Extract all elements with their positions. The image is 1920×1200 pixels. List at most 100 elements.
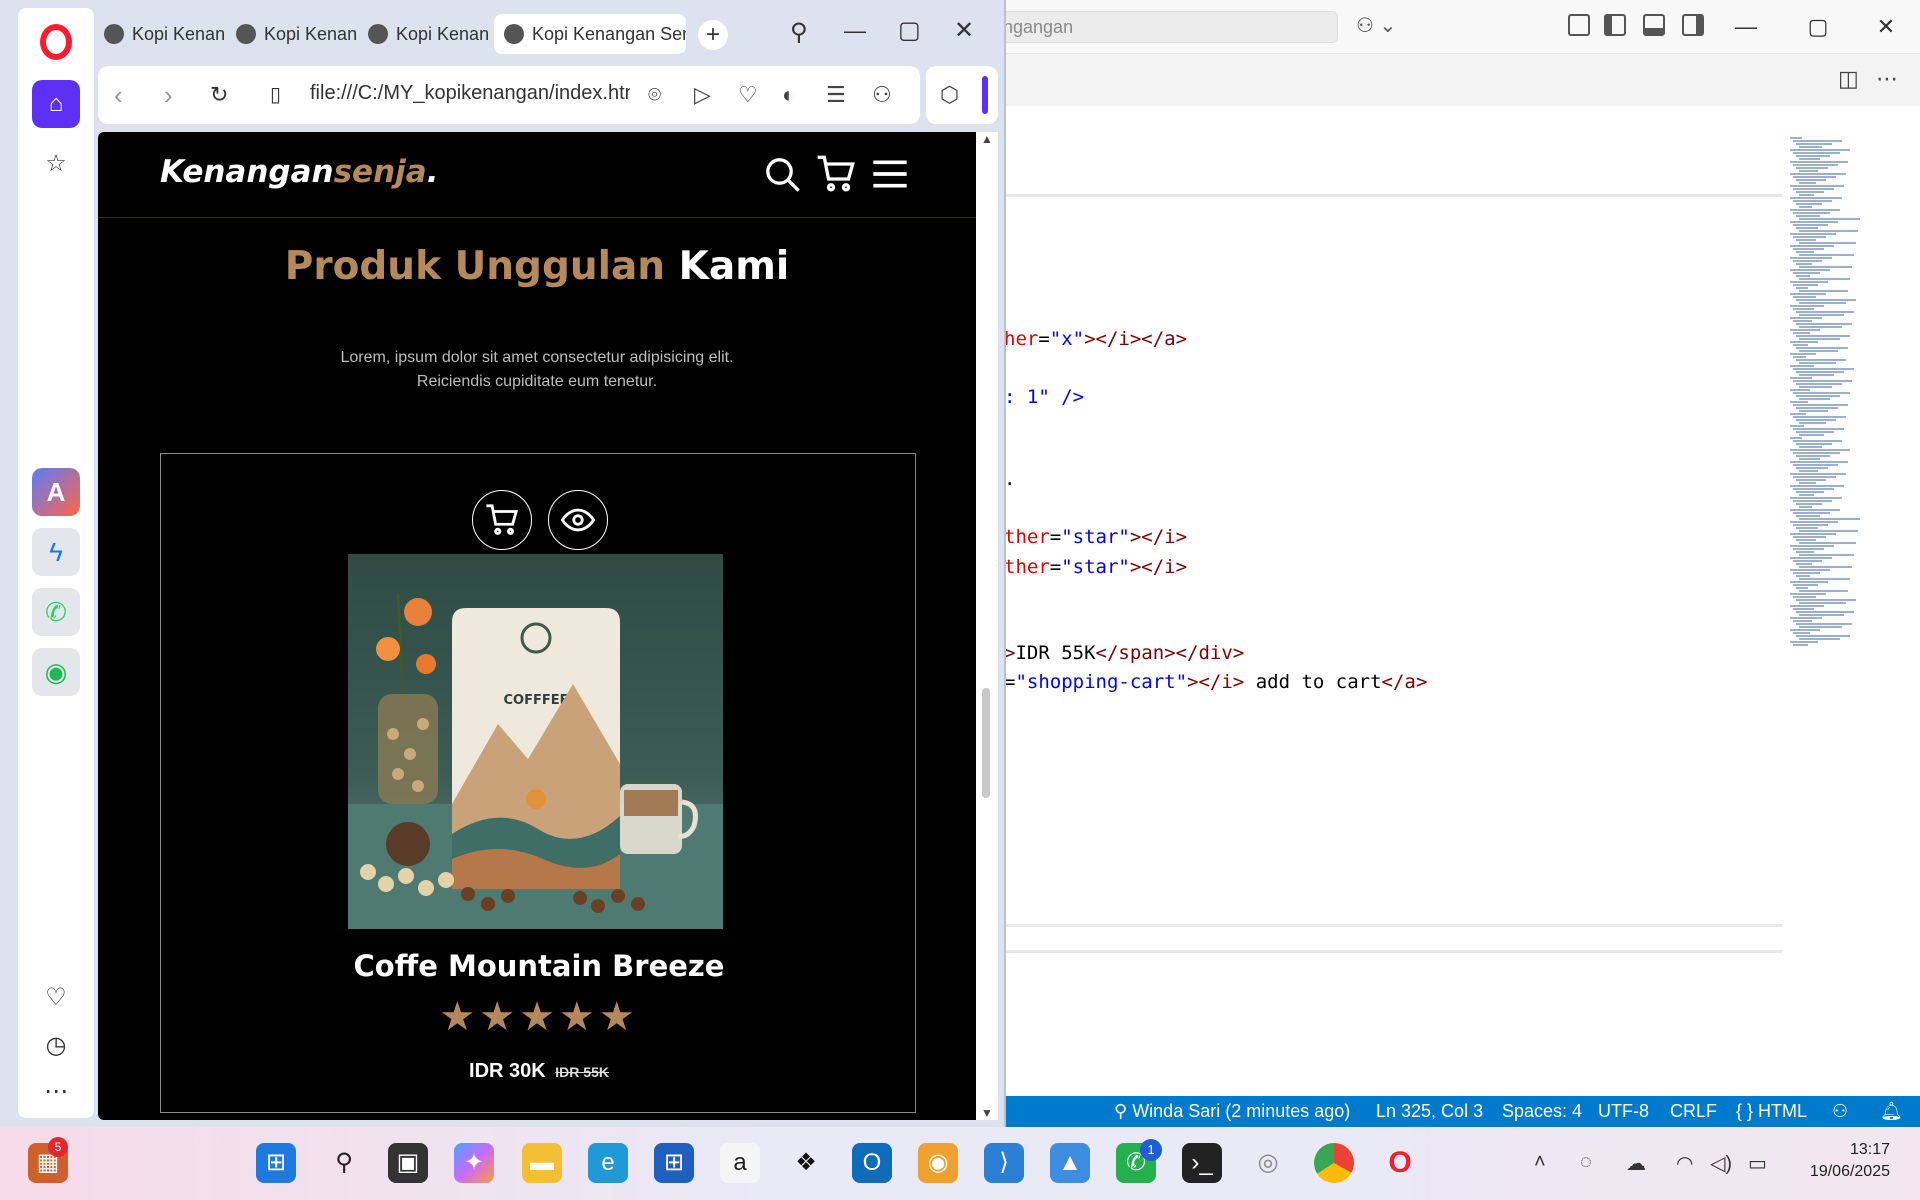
code-line[interactable]: her="x"></i></a> (1004, 328, 1187, 350)
code-line[interactable]: ="shopping-cart"></i> add to cart</a> (1004, 671, 1427, 693)
app-icon[interactable]: ◎ (1248, 1143, 1288, 1183)
vscode-icon[interactable]: ⟩ (984, 1143, 1024, 1183)
amazon-icon[interactable]: a (720, 1143, 760, 1183)
messenger-icon[interactable]: ϟ (32, 528, 80, 576)
wifi-icon[interactable]: ◠ (1676, 1151, 1693, 1176)
extensions-icon[interactable]: ⬡ (940, 82, 959, 108)
customize-layout-icon[interactable] (1568, 14, 1590, 36)
new-tab-button[interactable]: + (698, 20, 728, 50)
minimap-line (1793, 584, 1818, 586)
onedrive-icon[interactable]: ☁ (1626, 1151, 1646, 1176)
sidebar-toggle[interactable] (982, 76, 988, 114)
encoding-status[interactable]: UTF-8 (1598, 1101, 1649, 1122)
adblock-icon[interactable]: ◐ (782, 82, 795, 108)
indentation-status[interactable]: Spaces: 4 (1502, 1101, 1582, 1122)
history-icon[interactable]: ◷ (32, 1022, 80, 1070)
maximize-icon[interactable]: ▢ (1796, 8, 1840, 46)
close-icon[interactable]: ✕ (954, 16, 974, 45)
task-view-icon[interactable]: ▣ (388, 1143, 428, 1183)
system-clock[interactable]: 13:17 19/06/2025 (1790, 1139, 1890, 1183)
minimap[interactable] (1790, 136, 1870, 816)
scroll-thumb[interactable] (982, 688, 990, 798)
opera-icon[interactable]: O (1380, 1143, 1420, 1183)
cart-icon[interactable] (816, 154, 856, 194)
minimap-line (1790, 233, 1836, 235)
code-line[interactable]: : 1" /> (1004, 386, 1084, 408)
search-icon[interactable] (762, 154, 802, 194)
volume-icon[interactable]: ◁) (1710, 1151, 1732, 1176)
maximize-icon[interactable]: ▢ (898, 16, 921, 45)
edge-icon[interactable]: e (588, 1143, 628, 1183)
menu-icon[interactable] (870, 154, 910, 194)
minimap-line (1799, 446, 1822, 448)
minimap-line (1790, 197, 1842, 199)
language-mode-status[interactable]: { } HTML (1736, 1101, 1807, 1122)
dropbox-icon[interactable]: ❖ (786, 1143, 826, 1183)
file-explorer-icon[interactable]: ▬ (522, 1143, 562, 1183)
minimap-line (1790, 401, 1808, 403)
copilot-icon[interactable]: ✦ (454, 1143, 494, 1183)
outlook-icon[interactable]: O (852, 1143, 892, 1183)
heart-icon[interactable]: ♡ (32, 974, 80, 1022)
spotify-icon[interactable]: ◉ (32, 648, 80, 696)
notifications-icon[interactable]: 🔔︎ (1880, 1101, 1903, 1122)
bookmark-heart-icon[interactable]: ♡ (738, 82, 758, 108)
eol-status[interactable]: CRLF (1670, 1101, 1717, 1122)
star-icon[interactable]: ☆ (32, 140, 80, 188)
cursor-position-status[interactable]: Ln 325, Col 3 (1376, 1101, 1483, 1122)
code-line[interactable]: ther="star"></i> (1004, 526, 1187, 548)
copilot-status-icon[interactable]: ⚇ (1832, 1101, 1848, 1122)
network-status-icon[interactable]: ◌ (1580, 1151, 1592, 1174)
minimap-line (1799, 146, 1822, 148)
vpn-icon[interactable]: ◉ (918, 1143, 958, 1183)
snapshot-icon[interactable]: ⌾ (648, 82, 661, 108)
show-hidden-icons[interactable]: ˄ (1534, 1151, 1546, 1174)
browser-tab[interactable]: Kopi Kenan (368, 14, 492, 54)
easy-setup-icon[interactable]: ☰ (826, 82, 846, 108)
url-field[interactable]: file:///C:/MY_kopikenangan/index.html (310, 82, 630, 105)
browser-tab[interactable]: Kopi Kenan (236, 14, 360, 54)
minimize-icon[interactable]: — (1724, 8, 1768, 46)
terminal-icon[interactable]: ›_ (1182, 1143, 1222, 1183)
aria-ai-icon[interactable]: A (32, 468, 80, 516)
search-tabs-icon[interactable]: ⚲ (790, 18, 808, 47)
git-blame-status[interactable]: ⚲ Winda Sari (2 minutes ago) (1114, 1101, 1350, 1122)
minimap-line (1796, 203, 1822, 205)
scroll-up-icon[interactable]: ▲ (981, 132, 993, 146)
start-icon[interactable]: ⊞ (256, 1143, 296, 1183)
code-line[interactable]: ther="star"></i> (1004, 556, 1187, 578)
reload-icon[interactable]: ↻ (210, 82, 228, 108)
browser-tab[interactable]: Kopi Kenan (104, 14, 228, 54)
browser-tab-active[interactable]: Kopi Kenangan Sen (494, 14, 686, 54)
scroll-down-icon[interactable]: ▼ (981, 1106, 993, 1120)
minimap-line (1799, 170, 1818, 172)
toggle-panel-icon[interactable] (1643, 14, 1665, 36)
add-to-cart-button[interactable] (472, 490, 532, 550)
command-center-search[interactable]: ngangan (990, 11, 1338, 43)
back-icon[interactable]: ‹ (114, 80, 123, 111)
code-line[interactable]: >IDR 55K</span></div> (1004, 642, 1244, 664)
view-product-button[interactable] (548, 490, 608, 550)
chrome-icon[interactable] (1314, 1143, 1354, 1183)
store-icon[interactable]: ⊞ (654, 1143, 694, 1183)
minimize-icon[interactable]: — (844, 18, 866, 44)
split-editor-icon[interactable]: ◫ (1838, 66, 1859, 92)
copilot-icon[interactable]: ⚇ ⌄ (1356, 13, 1404, 41)
page-scrollbar[interactable]: ▲ ▼ (976, 132, 998, 1120)
search-icon[interactable]: ⚲ (324, 1143, 364, 1183)
battery-icon[interactable]: ▭ (1748, 1151, 1767, 1176)
profile-icon[interactable]: ⚇ (872, 82, 892, 108)
close-icon[interactable]: ✕ (1864, 8, 1908, 46)
more-actions-icon[interactable]: ⋯ (1876, 66, 1898, 92)
toggle-secondary-sidebar-icon[interactable] (1682, 14, 1704, 36)
forward-icon[interactable]: › (164, 80, 173, 111)
toggle-primary-sidebar-icon[interactable] (1604, 14, 1626, 36)
whatsapp-icon[interactable]: ✆ (32, 588, 80, 636)
photos-icon[interactable]: ▲ (1050, 1143, 1090, 1183)
home-icon[interactable]: ⌂ (32, 80, 80, 128)
send-icon[interactable]: ▷ (694, 82, 711, 108)
site-logo[interactable]: Kenangansenja. (160, 154, 438, 190)
more-icon[interactable]: ⋯ (32, 1068, 80, 1116)
opera-logo-icon[interactable] (40, 24, 72, 60)
minimap-line (1790, 629, 1820, 631)
